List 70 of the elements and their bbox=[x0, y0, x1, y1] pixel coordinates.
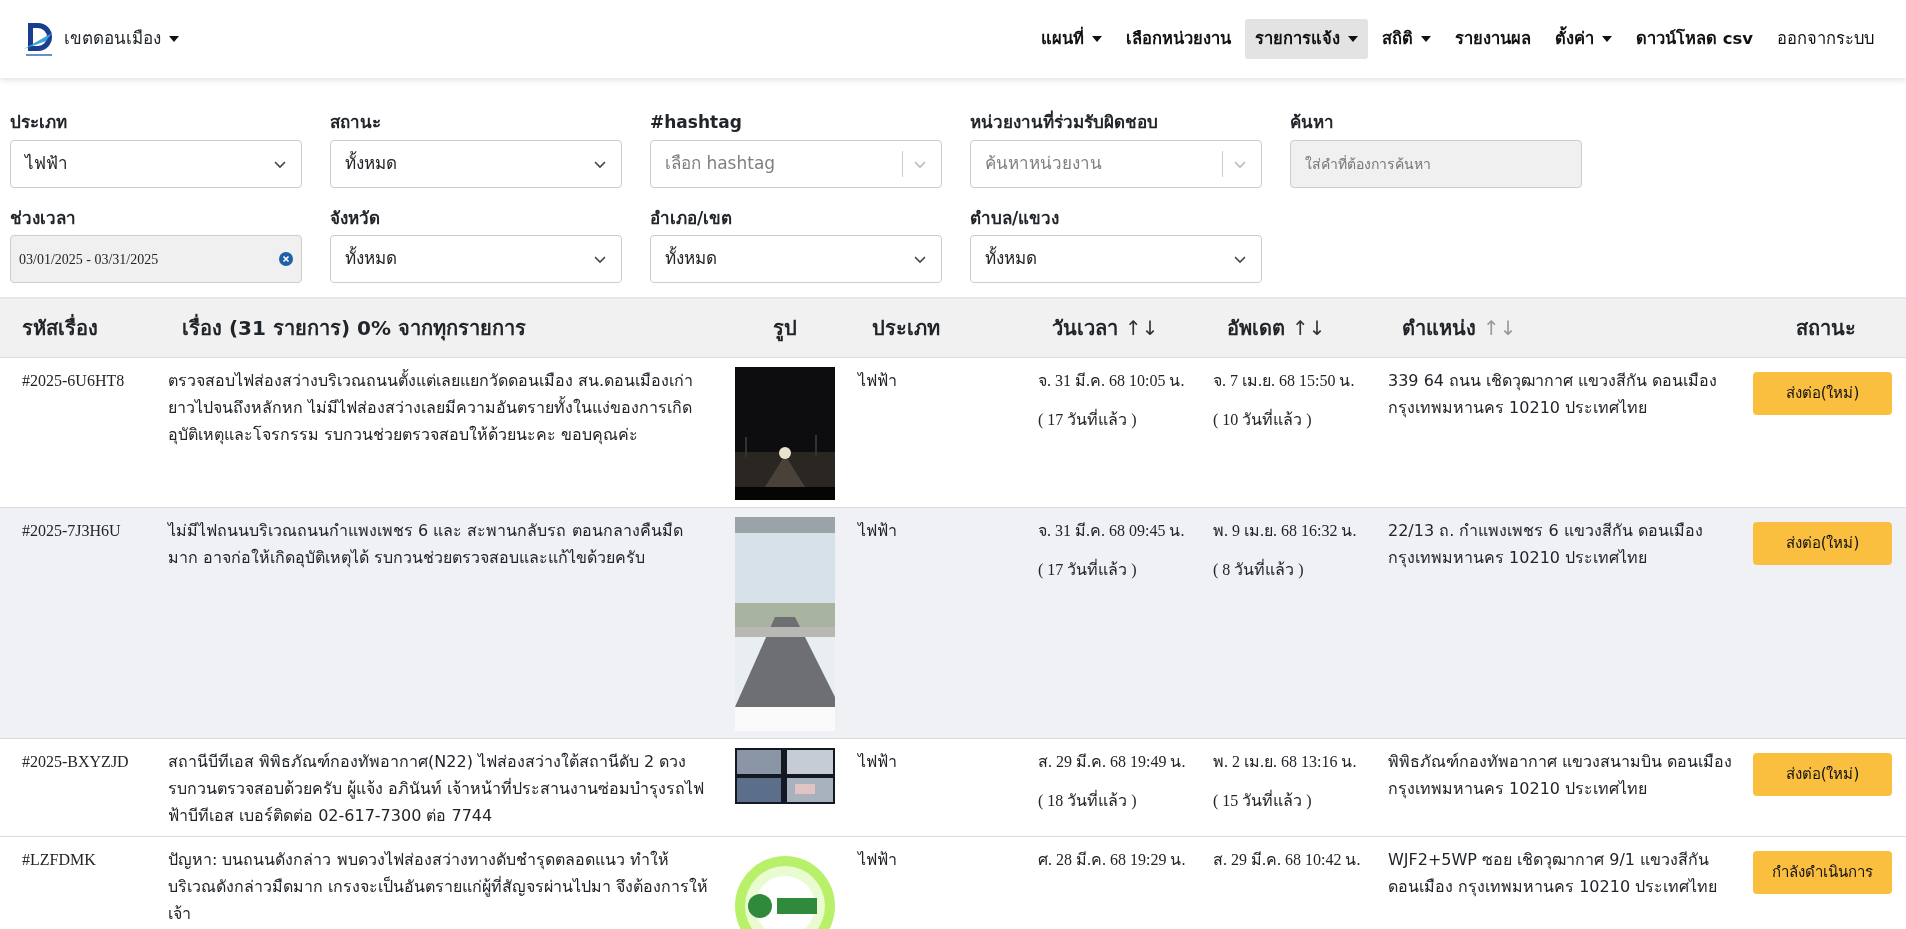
nav-link[interactable]: ออกจากระบบ bbox=[1767, 18, 1884, 60]
filter-label: อำเภอ/เขต bbox=[650, 206, 734, 230]
column-header[interactable]: อัพเดต bbox=[1227, 315, 1285, 340]
report-date: ส. 29 มี.ค. 68 19:49 น. bbox=[1038, 751, 1187, 772]
column-header[interactable]: วันเวลา bbox=[1052, 315, 1118, 340]
status-button[interactable]: ส่งต่อ(ใหม่) bbox=[1753, 521, 1892, 565]
sort-icon[interactable]: ↑↓ bbox=[1124, 315, 1159, 340]
nav-link[interactable]: ดาวน์โหลด csv bbox=[1625, 18, 1763, 60]
report-description: ตรวจสอบไฟส่องสว่างบริเวณถนนตั้งแต่เลยแยกวัดดอนเมือง สน.ดอนเมืองเก่ายาวไปจนถึงหลักหก ไม่มีไฟส่องสว่างเลยมีความอันตรายทั้งในแง่ของการเกิดอุบัติเหตุและโจรกรรม รบกวนช่วยตรวจสอบให้ด้วยนะคะ ขอบคุณค่ะ bbox=[168, 368, 695, 447]
select-field[interactable]: ทั้งหมด bbox=[650, 235, 942, 283]
nav-link[interactable]: รายการแจ้ง bbox=[1244, 18, 1368, 60]
update-date: พ. 2 เม.ย. 68 13:16 น. bbox=[1213, 751, 1358, 772]
column-header[interactable]: ตำแหน่ง bbox=[1402, 315, 1476, 340]
report-id[interactable]: #LZFDMK bbox=[22, 845, 152, 873]
select-field[interactable]: ทั้งหมด bbox=[330, 235, 622, 283]
status-button[interactable]: ส่งต่อ(ใหม่) bbox=[1753, 371, 1892, 415]
status-button[interactable]: กำลังดำเนินการ bbox=[1753, 850, 1892, 894]
select-field[interactable]: ทั้งหมด bbox=[330, 139, 622, 188]
brand-dropdown[interactable]: เขตดอนเมือง bbox=[64, 26, 179, 52]
report-type: ไฟฟ้า bbox=[858, 519, 898, 542]
select-field[interactable]: ทั้งหมด bbox=[970, 235, 1262, 283]
filter-label: ประเภท bbox=[10, 111, 68, 134]
report-date: จ. 31 มี.ค. 68 09:45 น. bbox=[1038, 520, 1186, 541]
filter-label: หน่วยงานที่ร่วมรับผิดชอบ bbox=[970, 110, 1159, 134]
report-type: ไฟฟ้า bbox=[858, 369, 898, 392]
search-field[interactable]: ใส่คำที่ต้องการค้นหา bbox=[1290, 139, 1582, 188]
elapsed-time: ( 18 วันที่แล้ว ) bbox=[1038, 789, 1138, 812]
column-header[interactable]: ประเภท bbox=[872, 315, 940, 340]
select-field[interactable]: ไฟฟ้า bbox=[10, 139, 302, 188]
report-date: ศ. 28 มี.ค. 68 19:29 น. bbox=[1038, 849, 1187, 870]
report-location: 339 64 ถนน เชิดวุฒากาศ แขวงสีกัน ดอนเมือง กรุงเทพมหานคร 10210 ประเทศไทย bbox=[1388, 369, 1719, 420]
nav-link[interactable]: แผนที่ bbox=[1030, 18, 1112, 60]
elapsed-time: ( 8 วันที่แล้ว ) bbox=[1213, 558, 1305, 581]
elapsed-time: ( 15 วันที่แล้ว ) bbox=[1213, 789, 1313, 812]
nav-link[interactable]: ตั้งค่า bbox=[1544, 18, 1622, 60]
update-date: จ. 7 เม.ย. 68 15:50 น. bbox=[1213, 370, 1356, 391]
report-location: 22/13 ถ. กำแพงเพชร 6 แขวงสีกัน ดอนเมือง กรุงเทพมหานคร 10210 ประเทศไทย bbox=[1388, 519, 1704, 570]
filter-label: จังหวัด bbox=[330, 206, 381, 230]
filter-label: ช่วงเวลา bbox=[10, 206, 77, 230]
select-field[interactable]: ค้นหาหน่วยงาน bbox=[970, 139, 1262, 188]
filter-label: สถานะ bbox=[330, 111, 382, 134]
update-date: พ. 9 เม.ย. 68 16:32 น. bbox=[1213, 520, 1358, 541]
sort-icon[interactable]: ↑↓ bbox=[1291, 315, 1326, 340]
column-header[interactable]: รูป bbox=[773, 315, 797, 340]
update-date: ส. 29 มี.ค. 68 10:42 น. bbox=[1213, 849, 1362, 870]
status-button[interactable]: ส่งต่อ(ใหม่) bbox=[1753, 752, 1892, 796]
nav-link[interactable]: เลือกหน่วยงาน bbox=[1115, 18, 1241, 60]
filter-label: ค้นหา bbox=[1290, 111, 1335, 134]
select-field[interactable]: เลือก hashtag bbox=[650, 139, 942, 188]
report-description: ปัญหา: บนถนนดังกล่าว พบดวงไฟส่องสว่างทางดับชำรุดตลอดแนว ทำให้บริเวณดังกล่าวมืดมาก เกรงจะเป็นอันตรายแก่ผู้ที่สัญจรผ่านไปมา จึงต้องการให้เจ้า bbox=[168, 848, 710, 925]
report-description: ไม่มีไฟถนนบริเวณถนนกำแพงเพชร 6 และ สะพานกลับรถ ตอนกลางคืนมืดมาก อาจก่อให้เกิดอุบัติเหตุได้ รบกวนช่วยตรวจสอบและแก้ไขด้วยครับ bbox=[168, 519, 684, 570]
report-location: WJF2+5WP ซอย เชิดวุฒากาศ 9/1 แขวงสีกัน ดอนเมือง กรุงเทพมหานคร 10210 ประเทศไทย bbox=[1388, 848, 1719, 899]
elapsed-time: ( 17 วันที่แล้ว ) bbox=[1038, 408, 1138, 431]
column-header[interactable]: สถานะ bbox=[1795, 315, 1856, 340]
report-date: จ. 31 มี.ค. 68 10:05 น. bbox=[1038, 370, 1186, 391]
filter-label: #hashtag bbox=[650, 111, 743, 134]
report-type: ไฟฟ้า bbox=[858, 848, 898, 871]
clear-icon[interactable] bbox=[279, 252, 293, 266]
nav-link[interactable]: สถิติ bbox=[1371, 18, 1441, 60]
report-type: ไฟฟ้า bbox=[858, 750, 898, 773]
elapsed-time: ( 17 วันที่แล้ว ) bbox=[1038, 558, 1138, 581]
report-location: พิพิธภัณฑ์กองทัพอากาศ แขวงสนามบิน ดอนเมือง กรุงเทพมหานคร 10210 ประเทศไทย bbox=[1388, 750, 1734, 801]
filter-label: ตำบล/แขวง bbox=[970, 206, 1061, 230]
report-id[interactable]: #2025-6U6HT8 bbox=[22, 366, 152, 394]
report-id[interactable]: #2025-7J3H6U bbox=[22, 516, 152, 544]
nav-link[interactable]: รายงานผล bbox=[1444, 18, 1541, 60]
report-description: สถานีบีทีเอส พิพิธภัณฑ์กองทัพอากาศ(N22) ไฟส่องสว่างใต้สถานีดับ 2 ดวง รบกวนตรวจสอบด้วยครับ ผู้แจ้ง อภินันท์ เจ้าหน้าที่ประสานงานซ่อมบำรุงรถไฟฟ้าบีทีเอส เบอร์ติดต่อ 02-617-7300 ต่อ 7744 bbox=[168, 750, 706, 827]
report-id[interactable]: #2025-BXYZJD bbox=[22, 747, 152, 775]
elapsed-time: ( 10 วันที่แล้ว ) bbox=[1213, 408, 1313, 431]
date-range-field[interactable]: 03/01/2025 - 03/31/2025 bbox=[10, 235, 302, 283]
